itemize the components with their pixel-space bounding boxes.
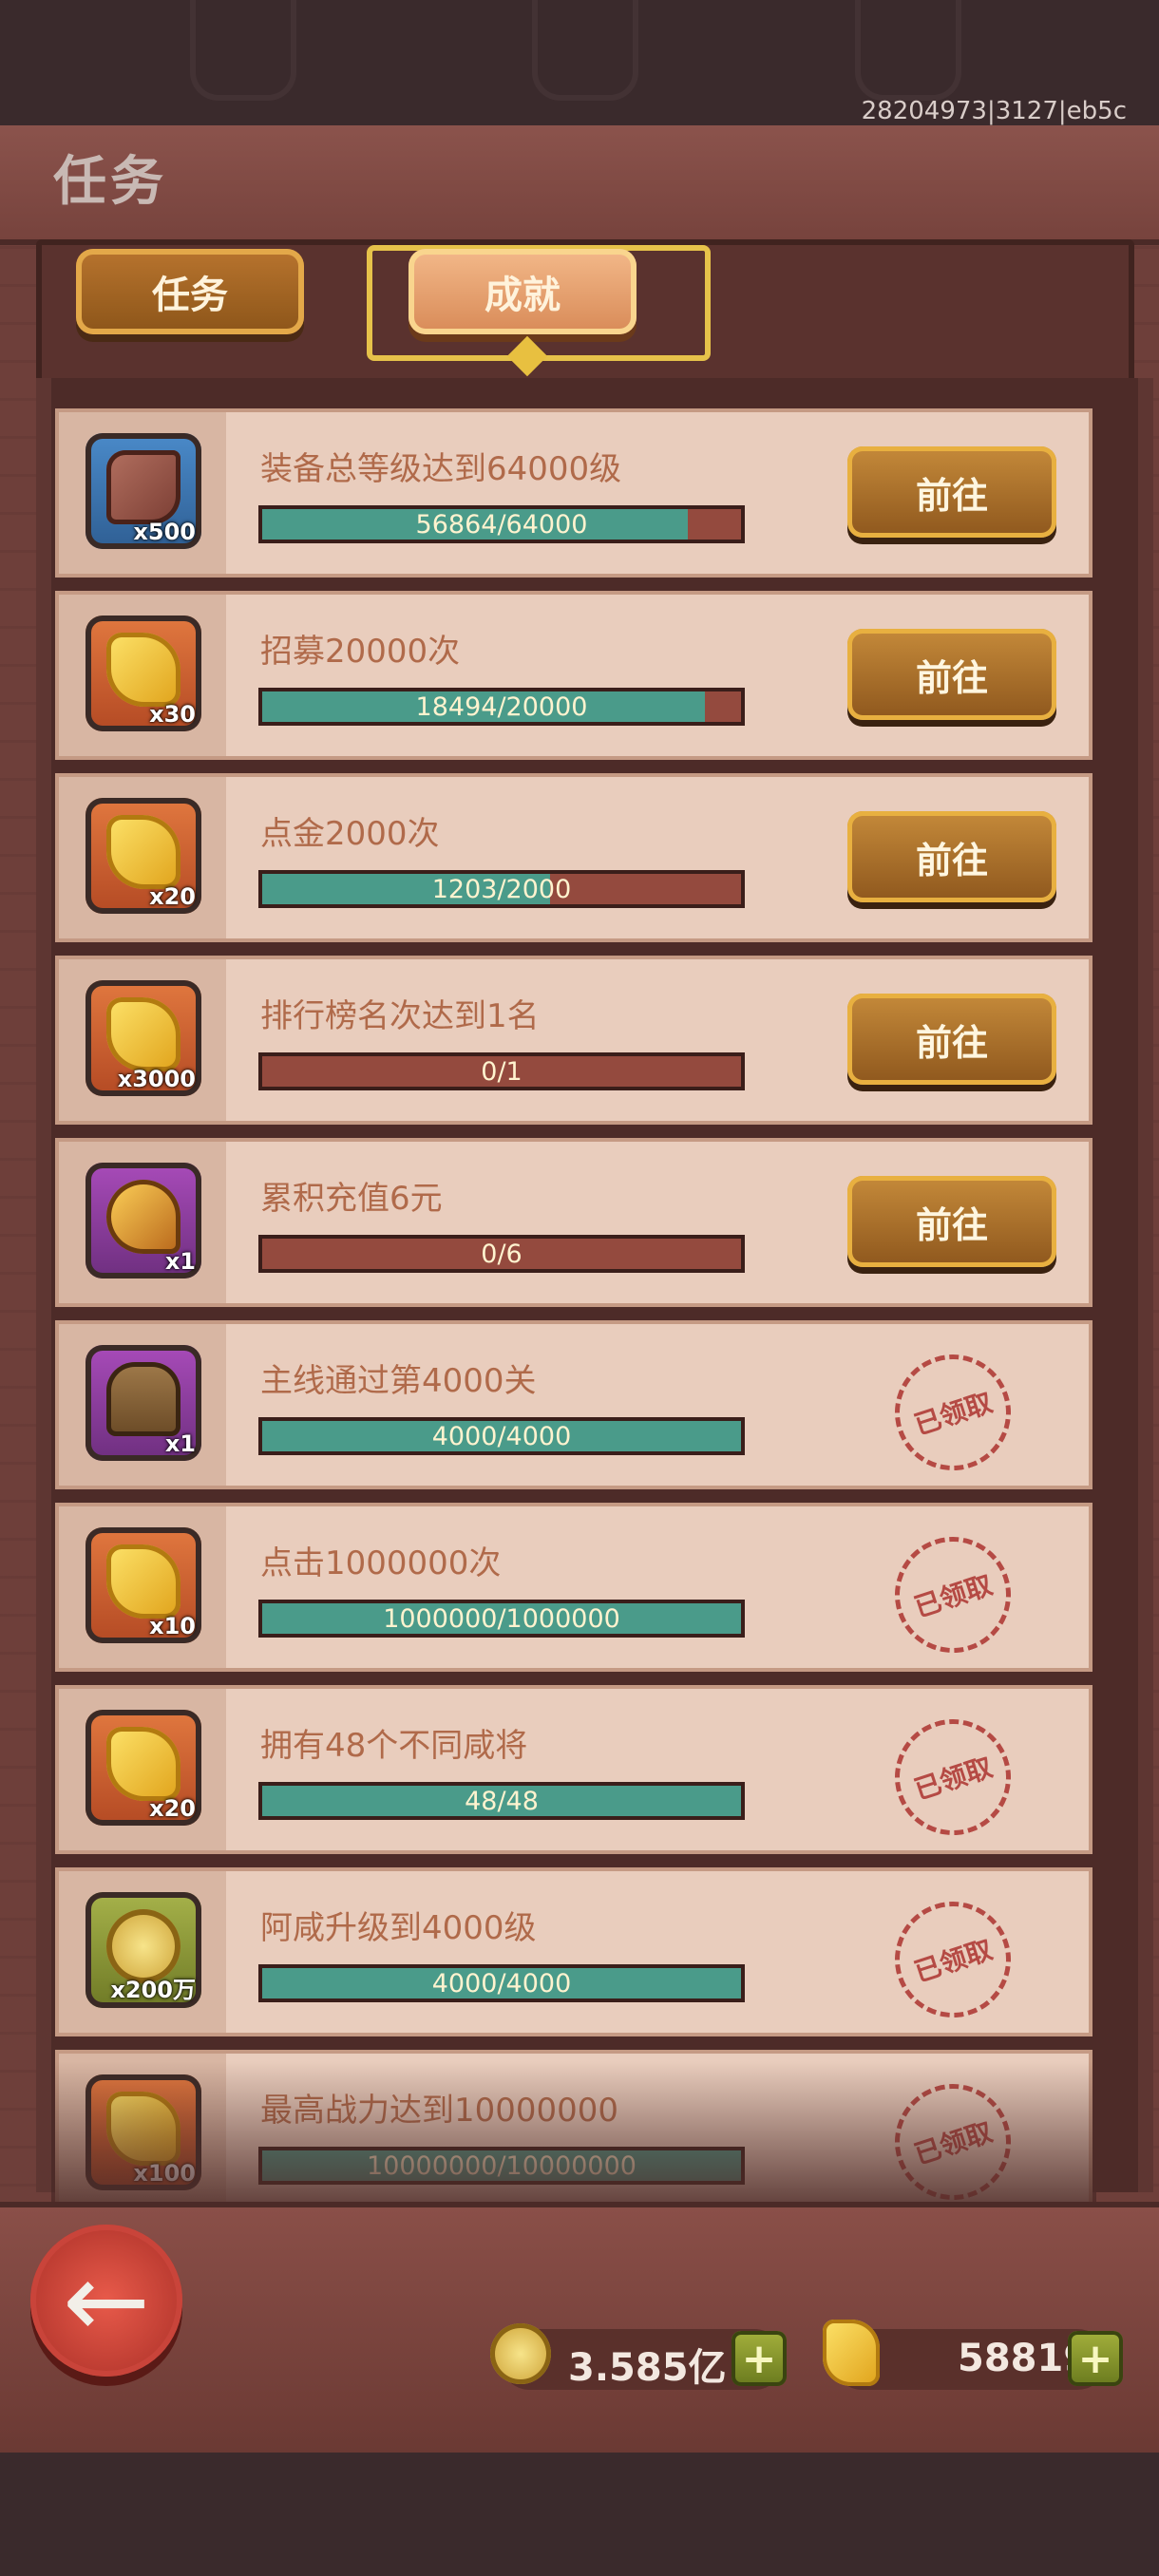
decor-hook <box>532 0 638 101</box>
progress-bar: 48/48 <box>258 1782 745 1820</box>
reward-icon[interactable]: x1 <box>86 1345 201 1461</box>
reward-slot: x20 <box>59 1689 226 1850</box>
recruit-scroll-icon <box>106 997 180 1071</box>
achievement-row: x10 点击1000000次 1000000/1000000 已领取 <box>55 1503 1092 1672</box>
decor-hook <box>855 0 961 101</box>
progress-bar: 4000/4000 <box>258 1417 745 1455</box>
add-coins-button[interactable]: + <box>732 2331 787 2386</box>
progress-text: 1203/2000 <box>431 874 572 904</box>
progress-text: 4000/4000 <box>431 1968 572 1998</box>
reward-slot: x3000 <box>59 959 226 1121</box>
reward-icon[interactable]: x200万 <box>86 1892 201 2008</box>
go-button[interactable]: 前往 <box>847 629 1056 720</box>
progress-text: 1000000/1000000 <box>383 1603 620 1634</box>
treasure-chest-icon <box>106 1362 180 1436</box>
scroll-counter: 58819 <box>823 2320 1108 2390</box>
achievement-task: 阿咸升级到4000级 <box>260 1909 537 1947</box>
recruit-scroll-icon <box>106 633 180 707</box>
reward-quantity: x20 <box>149 1795 196 1822</box>
claimed-stamp: 已领取 <box>880 1704 1026 1850</box>
achievement-task: 累积充值6元 <box>260 1180 443 1218</box>
recruit-scroll-icon <box>106 1727 180 1801</box>
go-button[interactable]: 前往 <box>847 994 1056 1085</box>
reward-slot: x30 <box>59 595 226 756</box>
claimed-stamp: 已领取 <box>880 1886 1026 2033</box>
progress-bar: 56864/64000 <box>258 505 745 543</box>
back-button[interactable]: ← <box>30 2225 182 2377</box>
reward-icon[interactable]: x20 <box>86 798 201 914</box>
build-id: 28204973|3127|eb5c <box>861 97 1127 125</box>
progress-bar: 1000000/1000000 <box>258 1600 745 1638</box>
claimed-stamp: 已领取 <box>880 1522 1026 1668</box>
reward-quantity: x30 <box>149 701 196 728</box>
list-fade <box>51 2061 1096 2204</box>
reward-slot: x500 <box>59 412 226 574</box>
progress-bar: 1203/2000 <box>258 870 745 908</box>
achievement-row: x30 招募20000次 18494/20000 前往 <box>55 591 1092 760</box>
achievement-task: 点击1000000次 <box>260 1544 502 1582</box>
progress-text: 0/1 <box>481 1056 522 1087</box>
achievement-task: 招募20000次 <box>260 633 461 671</box>
golden-torch-icon <box>106 1180 180 1254</box>
title-bar <box>0 125 1159 245</box>
reward-quantity: x500 <box>133 519 196 545</box>
reward-quantity: x10 <box>149 1613 196 1639</box>
progress-text: 48/48 <box>465 1786 539 1816</box>
reward-slot: x1 <box>59 1324 226 1486</box>
achievement-task: 主线通过第4000关 <box>260 1362 537 1400</box>
reward-icon[interactable]: x30 <box>86 616 201 731</box>
achievement-row: x1 累积充值6元 0/6 前往 <box>55 1138 1092 1307</box>
tab-achievements[interactable]: 成就 <box>408 249 636 334</box>
reward-quantity: x3000 <box>117 1066 196 1092</box>
progress-text: 0/6 <box>481 1239 522 1269</box>
reward-icon[interactable]: x1 <box>86 1163 201 1279</box>
achievement-task: 拥有48个不同咸将 <box>260 1727 528 1765</box>
reward-slot: x200万 <box>59 1871 226 2033</box>
progress-text: 18494/20000 <box>415 691 588 722</box>
reward-quantity: x200万 <box>110 1977 196 2003</box>
achievement-row: x200万 阿咸升级到4000级 4000/4000 已领取 <box>55 1867 1092 2036</box>
reward-slot: x20 <box>59 777 226 938</box>
achievement-task: 排行榜名次达到1名 <box>260 997 540 1035</box>
claimed-stamp: 已领取 <box>880 1339 1026 1486</box>
recruit-scroll-icon <box>106 1544 180 1619</box>
reward-icon[interactable]: x20 <box>86 1710 201 1826</box>
tab-tasks[interactable]: 任务 <box>76 249 304 334</box>
add-scrolls-button[interactable]: + <box>1068 2331 1123 2386</box>
reward-quantity: x1 <box>164 1248 196 1275</box>
recruit-scroll-icon <box>823 2320 880 2386</box>
reward-quantity: x20 <box>149 883 196 910</box>
achievement-task: 点金2000次 <box>260 815 440 853</box>
reward-slot: x10 <box>59 1506 226 1668</box>
decor-hook <box>190 0 296 101</box>
progress-bar: 18494/20000 <box>258 688 745 726</box>
coin-amount: 3.585亿 <box>568 2346 727 2390</box>
page-title: 任务 <box>53 151 167 213</box>
achievement-row: x1 主线通过第4000关 4000/4000 已领取 <box>55 1320 1092 1489</box>
go-button[interactable]: 前往 <box>847 446 1056 538</box>
back-arrow-icon: ← <box>62 2240 151 2361</box>
reward-icon[interactable]: x10 <box>86 1527 201 1643</box>
reward-quantity: x1 <box>164 1430 196 1457</box>
reward-icon[interactable]: x3000 <box>86 980 201 1096</box>
copper-coin-icon <box>490 2323 551 2384</box>
progress-text: 56864/64000 <box>415 509 588 540</box>
reward-icon[interactable]: x500 <box>86 433 201 549</box>
progress-bar: 0/1 <box>258 1052 745 1090</box>
bottom-floor <box>0 2453 1159 2576</box>
achievement-row: x20 点金2000次 1203/2000 前往 <box>55 773 1092 942</box>
progress-text: 4000/4000 <box>431 1421 572 1451</box>
go-button[interactable]: 前往 <box>847 811 1056 902</box>
reward-slot: x1 <box>59 1142 226 1303</box>
go-button[interactable]: 前往 <box>847 1176 1056 1267</box>
achievement-row: x20 拥有48个不同咸将 48/48 已领取 <box>55 1685 1092 1854</box>
achievement-task: 装备总等级达到64000级 <box>260 450 622 488</box>
achievement-row: x500 装备总等级达到64000级 56864/64000 前往 <box>55 408 1092 578</box>
progress-bar: 4000/4000 <box>258 1964 745 2002</box>
achievement-row: x3000 排行榜名次达到1名 0/1 前往 <box>55 956 1092 1125</box>
progress-bar: 0/6 <box>258 1235 745 1273</box>
recruit-scroll-icon <box>106 815 180 889</box>
equipment-stone-icon <box>106 450 180 524</box>
